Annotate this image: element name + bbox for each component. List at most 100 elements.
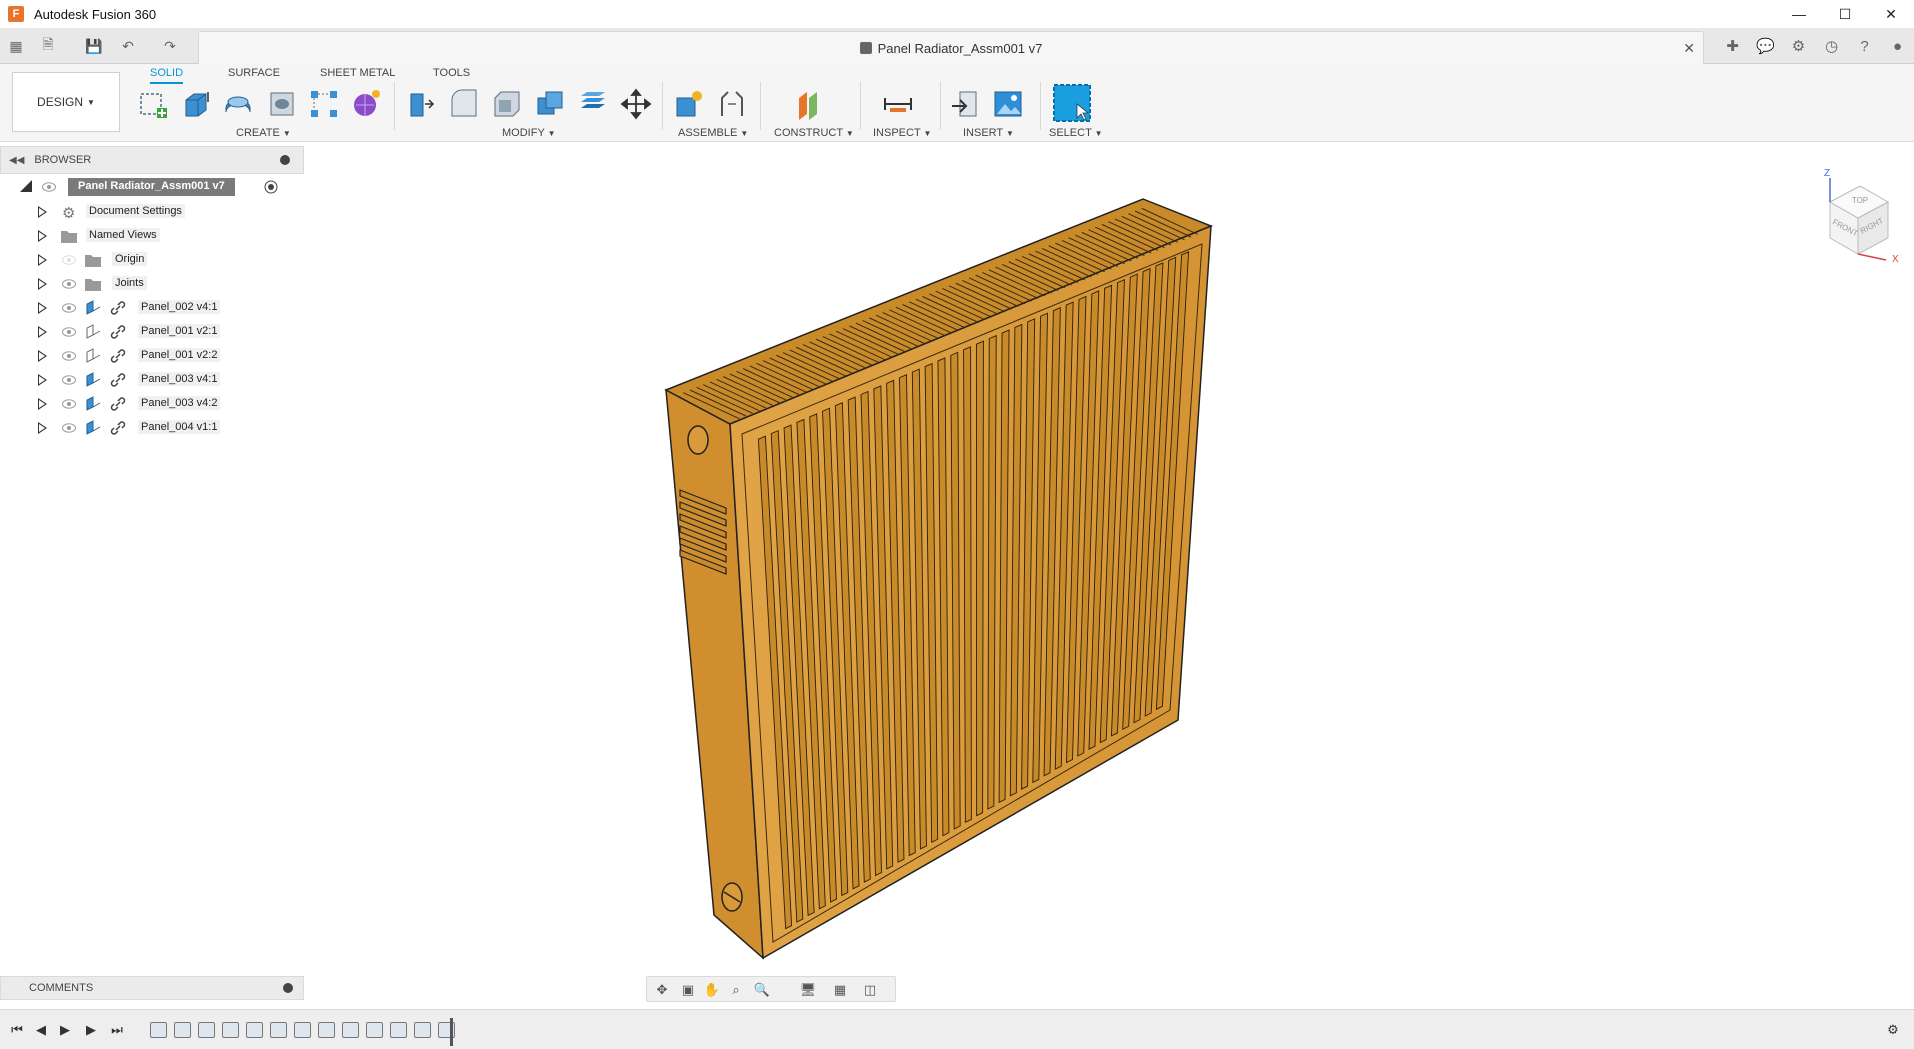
group-select[interactable]: SELECT ▼ — [1049, 127, 1103, 139]
step-forward-icon[interactable]: ▶ — [82, 1021, 100, 1039]
select-icon[interactable] — [1053, 84, 1091, 122]
timeline-settings-gear-icon[interactable]: ⚙ — [1884, 1021, 1902, 1039]
expand-triangle-icon[interactable] — [38, 278, 47, 290]
activate-radio-icon[interactable] — [264, 180, 278, 194]
timeline-feature-icon[interactable] — [198, 1022, 215, 1038]
document-tab[interactable]: Panel Radiator_Assm001 v7 ✕ — [198, 31, 1704, 64]
group-insert[interactable]: INSERT ▼ — [963, 127, 1014, 139]
expand-triangle-icon[interactable] — [38, 422, 47, 434]
file-menu-icon[interactable]: 🗎 — [38, 36, 58, 56]
shell-icon[interactable] — [491, 88, 523, 120]
close-tab-icon[interactable]: ✕ — [1683, 40, 1695, 57]
rectangular-pattern-icon[interactable] — [308, 88, 340, 120]
expand-triangle-icon[interactable] — [38, 206, 47, 218]
measure-icon[interactable] — [882, 88, 914, 120]
notifications-icon[interactable]: 💬 — [1749, 28, 1782, 64]
tree-item-joints[interactable]: Joints — [0, 272, 304, 296]
new-tab-icon[interactable]: ✚ — [1716, 28, 1749, 64]
pin-icon[interactable] — [280, 155, 290, 165]
expand-triangle-icon[interactable] — [38, 374, 47, 386]
view-cube[interactable]: TOP FRONT RIGHT Z X — [1810, 162, 1906, 262]
radiator-model[interactable] — [640, 190, 1220, 970]
visibility-eye-icon[interactable] — [62, 423, 76, 433]
workspace-switcher[interactable]: DESIGN ▼ — [12, 72, 120, 132]
expand-triangle-icon[interactable] — [38, 254, 47, 266]
expand-triangle-icon[interactable] — [38, 302, 47, 314]
timeline-feature-icon[interactable] — [414, 1022, 431, 1038]
extrude-icon[interactable] — [180, 88, 212, 120]
help-icon[interactable]: ? — [1848, 28, 1881, 64]
timeline-feature-icon[interactable] — [390, 1022, 407, 1038]
group-inspect[interactable]: INSPECT ▼ — [873, 127, 931, 139]
timeline-feature-icon[interactable] — [342, 1022, 359, 1038]
new-component-icon[interactable] — [673, 88, 705, 120]
hole-icon[interactable] — [266, 88, 298, 120]
visibility-eye-icon[interactable] — [62, 351, 76, 361]
user-avatar[interactable]: ● — [1881, 28, 1914, 64]
revolve-icon[interactable] — [222, 88, 254, 120]
job-status-icon[interactable]: ◷ — [1815, 28, 1848, 64]
tree-item-component[interactable]: Panel_002 v4:1 — [0, 296, 304, 320]
step-back-icon[interactable]: ◀ — [32, 1021, 50, 1039]
tab-surface[interactable]: SURFACE — [228, 67, 280, 79]
visibility-eye-icon[interactable] — [62, 399, 76, 409]
pan-hand-icon[interactable]: ✋ — [703, 981, 721, 999]
zoom-icon[interactable]: ⌕ — [727, 981, 745, 999]
play-icon[interactable]: ▶ — [56, 1021, 74, 1039]
tree-item-component[interactable]: Panel_001 v2:1 — [0, 320, 304, 344]
timeline-feature-icon[interactable] — [150, 1022, 167, 1038]
timeline-feature-icon[interactable] — [246, 1022, 263, 1038]
display-settings-icon[interactable]: 🖥 — [799, 981, 817, 999]
expand-triangle-icon[interactable] — [38, 350, 47, 362]
create-form-icon[interactable] — [350, 88, 382, 120]
orbit-icon[interactable]: ✥ — [653, 981, 671, 999]
visibility-eye-icon[interactable] — [62, 375, 76, 385]
insert-derive-icon[interactable] — [950, 88, 982, 120]
group-assemble[interactable]: ASSEMBLE ▼ — [678, 127, 748, 139]
timeline-feature-icon[interactable] — [294, 1022, 311, 1038]
collapse-triangle-icon[interactable] — [20, 180, 32, 192]
offset-plane-icon[interactable] — [793, 88, 825, 120]
tree-item-document-settings[interactable]: ⚙ Document Settings — [0, 200, 304, 224]
save-icon[interactable]: 💾 — [84, 36, 104, 56]
tab-sheet-metal[interactable]: SHEET METAL — [320, 67, 395, 79]
move-copy-icon[interactable] — [620, 88, 652, 120]
visibility-eye-icon[interactable] — [62, 327, 76, 337]
extensions-icon[interactable]: ⚙ — [1782, 28, 1815, 64]
browser-root-item[interactable]: Panel Radiator_Assm001 v7 — [20, 176, 290, 198]
tree-item-component[interactable]: Panel_004 v1:1 — [0, 416, 304, 440]
group-construct[interactable]: CONSTRUCT ▼ — [774, 127, 854, 139]
tree-item-component[interactable]: Panel_001 v2:2 — [0, 344, 304, 368]
timeline-feature-icon[interactable] — [318, 1022, 335, 1038]
joint-icon[interactable] — [716, 88, 748, 120]
tab-tools[interactable]: TOOLS — [433, 67, 470, 79]
expand-triangle-icon[interactable] — [38, 398, 47, 410]
look-at-icon[interactable]: ▣ — [679, 981, 697, 999]
close-icon[interactable]: ✕ — [1868, 0, 1914, 28]
insert-canvas-icon[interactable] — [992, 88, 1024, 120]
create-sketch-icon[interactable] — [137, 88, 169, 120]
group-create[interactable]: CREATE ▼ — [236, 127, 291, 139]
fit-icon[interactable]: 🔍 — [753, 981, 771, 999]
visibility-eye-icon[interactable] — [62, 279, 76, 289]
maximize-icon[interactable]: ☐ — [1822, 0, 1868, 28]
redo-icon[interactable]: ↷ — [160, 36, 180, 56]
grid-snap-icon[interactable]: ▦ — [831, 981, 849, 999]
timeline-marker[interactable] — [450, 1018, 453, 1046]
expand-triangle-icon[interactable] — [38, 326, 47, 338]
hidden-eye-icon[interactable] — [62, 255, 76, 265]
group-modify[interactable]: MODIFY ▼ — [502, 127, 556, 139]
timeline-feature-icon[interactable] — [366, 1022, 383, 1038]
tree-item-component[interactable]: Panel_003 v4:2 — [0, 392, 304, 416]
expand-triangle-icon[interactable] — [38, 230, 47, 242]
split-body-icon[interactable] — [577, 88, 609, 120]
tree-item-named-views[interactable]: Named Views — [0, 224, 304, 248]
tree-item-component[interactable]: Panel_003 v4:1 — [0, 368, 304, 392]
viewports-icon[interactable]: ◫ — [861, 981, 879, 999]
data-panel-grid-icon[interactable]: ▦ — [6, 36, 26, 56]
comments-panel[interactable]: COMMENTS — [0, 976, 304, 1000]
tab-solid[interactable]: SOLID — [150, 67, 184, 84]
visibility-eye-icon[interactable] — [42, 182, 56, 192]
go-to-start-icon[interactable]: ⏮ — [8, 1021, 26, 1039]
visibility-eye-icon[interactable] — [62, 303, 76, 313]
